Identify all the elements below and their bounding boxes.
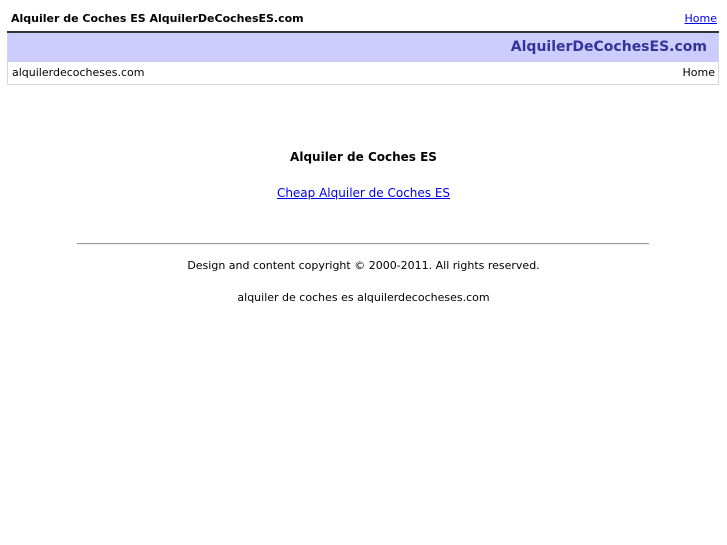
footer-text: alquiler de coches es alquilerdecocheses… [237, 291, 490, 304]
page: Alquiler de Coches ES AlquilerDeCochesES… [0, 0, 727, 545]
footer-divider [77, 243, 649, 245]
site-title: Alquiler de Coches ES AlquilerDeCochesES… [11, 12, 304, 25]
top-home-link[interactable]: Home [685, 12, 717, 25]
header-box: AlquilerDeCochesES.com alquilerdecochese… [7, 31, 719, 85]
nav-domain-text: alquilerdecocheses.com [12, 66, 145, 79]
banner-title: AlquilerDeCochesES.com [510, 39, 707, 55]
nav-row: alquilerdecocheses.com Home [8, 62, 718, 84]
main-heading: Alquiler de Coches ES [290, 150, 437, 164]
copyright-text: Design and content copyright © 2000-2011… [187, 259, 540, 272]
main-link-container: Cheap Alquiler de Coches ES [0, 186, 727, 200]
cheap-rental-link[interactable]: Cheap Alquiler de Coches ES [277, 186, 450, 200]
header-top-rule [7, 31, 719, 33]
nav-home-link[interactable]: Home [683, 66, 715, 79]
header-banner: AlquilerDeCochesES.com [8, 33, 718, 62]
top-bar: Alquiler de Coches ES AlquilerDeCochesES… [11, 10, 717, 28]
